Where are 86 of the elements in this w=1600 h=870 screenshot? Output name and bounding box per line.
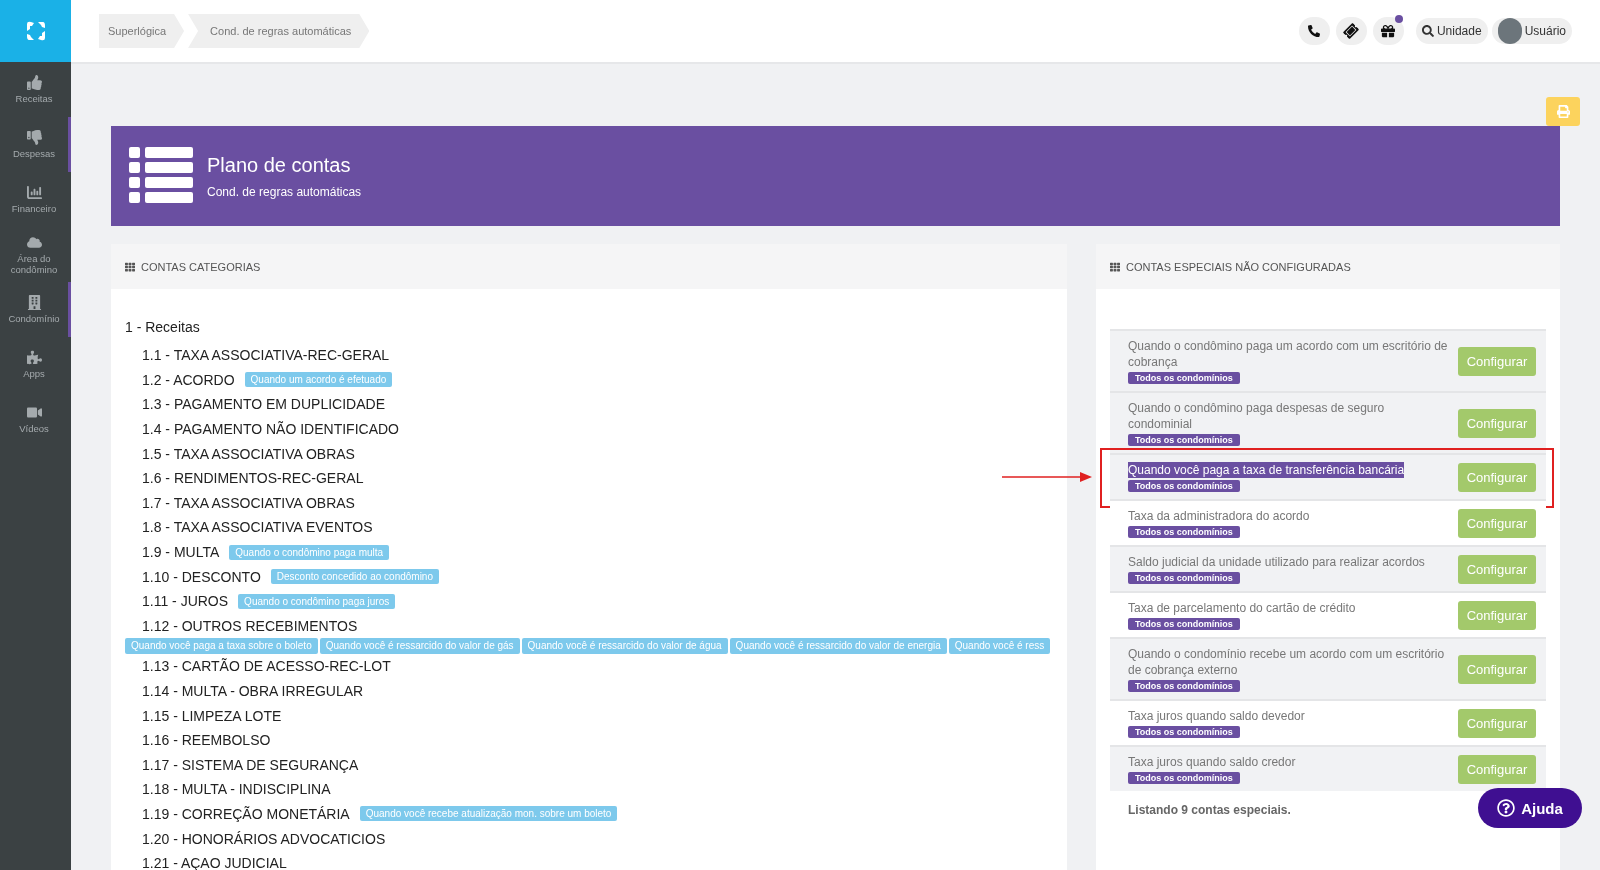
rule-text: Taxa da administradora do acordo <box>1128 508 1310 524</box>
avatar-icon <box>1497 18 1522 44</box>
phone-button[interactable] <box>1298 17 1330 45</box>
building-icon <box>26 295 42 310</box>
account-name: 1.8 - TAXA ASSOCIATIVA EVENTOS <box>142 519 373 536</box>
rule-text: Taxa juros quando saldo credor <box>1128 754 1296 770</box>
account-name: 1.3 - PAGAMENTO EM DUPLICIDADE <box>142 396 385 413</box>
group-title: 1 - Receitas <box>125 319 201 337</box>
account-name: 1.4 - PAGAMENTO NÃO IDENTIFICADO <box>142 421 399 438</box>
account-name: 1.19 - CORREÇÃO MONETÁRIA <box>142 806 350 822</box>
page-title: Plano de contas <box>207 153 352 177</box>
user-menu[interactable]: Usuário <box>1491 18 1572 44</box>
rule-tag: Desconto concedido ao condômino <box>270 569 439 585</box>
search-button[interactable]: Unidade <box>1415 18 1488 44</box>
rule-tag: Quando você recebe atualização mon. sobre um boleto <box>359 806 618 822</box>
account-name: 1.10 - DESCONTO <box>142 568 261 585</box>
account-name: 1.2 - ACORDO <box>142 371 235 388</box>
rule-tag: Quando você é ress <box>948 638 1051 655</box>
puzzle-icon <box>26 350 42 365</box>
account-name: 1.7 - TAXA ASSOCIATIVA OBRAS <box>142 494 355 511</box>
ticket-button[interactable] <box>1335 17 1367 45</box>
account-name: 1.12 - OUTROS RECEBIMENTOS <box>142 617 358 634</box>
sidebar-item[interactable]: Área do condômino <box>0 227 71 282</box>
rule-tag: Quando um acordo é efetuado <box>244 372 393 388</box>
scope-badge: Todos os condomínios <box>1128 772 1240 784</box>
rule-tag: Quando o condômino paga multa <box>229 544 390 560</box>
rule-text: Quando você paga a taxa de transferência bancária <box>1128 462 1405 478</box>
account-name: 1.5 - TAXA ASSOCIATIVA OBRAS <box>142 445 355 462</box>
rule-text: Taxa de parcelamento do cartão de crédito <box>1128 600 1356 616</box>
search-icon <box>1421 25 1434 37</box>
gift-icon <box>1381 24 1396 38</box>
rule-text: Quando o condomínio recebe um acordo com um escritório de cobrança externo <box>1128 646 1446 678</box>
rule-tag: Quando o condômino paga juros <box>238 593 396 609</box>
scope-badge: Todos os condomínios <box>1128 372 1240 384</box>
scope-badge: Todos os condomínios <box>1128 480 1240 492</box>
account-name: 1.17 - SISTEMA DE SEGURANÇA <box>142 756 359 773</box>
print-icon <box>1556 105 1570 118</box>
sidebar-item[interactable]: Despesas <box>0 117 71 172</box>
rule-text: Quando o condômino paga um acordo com um escritório de cobrança <box>1128 338 1448 370</box>
card-title: CONTAS CATEGORIAS <box>141 260 261 273</box>
breadcrumb[interactable]: Superlógica <box>99 14 185 48</box>
card-title: CONTAS ESPECIAIS NÃO CONFIGURADAS <box>1126 260 1351 273</box>
thumbs-up-icon <box>26 75 42 90</box>
rule-text: Taxa juros quando saldo devedor <box>1128 708 1305 724</box>
bar-chart-icon <box>26 185 42 200</box>
account-name: 1.1 - TAXA ASSOCIATIVA-REC-GERAL <box>142 347 390 364</box>
sidebar-item[interactable]: Condomínio <box>0 282 71 337</box>
account-name: 1.14 - MULTA - OBRA IRREGULAR <box>142 683 364 699</box>
account-name: 1.20 - HONORÁRIOS ADVOCATICIOS <box>142 830 386 847</box>
sidebar-item[interactable]: Vídeos <box>0 392 71 447</box>
rule-tag: Quando você paga a taxa sobre o boleto <box>125 638 318 655</box>
page-subtitle: Cond. de regras automáticas <box>207 184 362 199</box>
list-footer: Listando 9 contas especiais. <box>1128 803 1291 817</box>
rule-text: Saldo judicial da unidade utilizado para realizar acordos <box>1128 554 1425 570</box>
account-name: 1.6 - RENDIMENTOS-REC-GERAL <box>142 470 364 487</box>
sidebar-item[interactable]: Apps <box>0 337 71 392</box>
sidebar-item[interactable]: Financeiro <box>0 172 71 227</box>
video-camera-icon <box>26 405 42 420</box>
rule-tag: Quando você é ressarcido do valor de energia <box>729 638 947 655</box>
rule-tag: Quando você é ressarcido do valor de água <box>521 638 728 655</box>
scope-badge: Todos os condomínios <box>1128 680 1240 692</box>
help-button[interactable]: Ajuda <box>1478 788 1582 828</box>
rule-tag: Quando você é ressarcido do valor de gás <box>319 638 520 655</box>
sidebar-item[interactable]: Receitas <box>0 62 71 117</box>
phone-icon <box>1308 25 1321 37</box>
help-icon <box>1497 799 1516 817</box>
gift-button[interactable] <box>1372 17 1404 45</box>
account-name: 1.15 - LIMPEZA LOTE <box>142 707 282 724</box>
cloud-icon <box>26 234 42 250</box>
account-name: 1.18 - MULTA - INDISCIPLINA <box>142 781 331 798</box>
grid-icon <box>125 261 135 272</box>
grid-icon <box>1110 261 1120 272</box>
scope-badge: Todos os condomínios <box>1128 526 1240 538</box>
thumbs-down-icon <box>26 130 42 145</box>
scope-badge: Todos os condomínios <box>1128 572 1240 584</box>
breadcrumb[interactable]: Cond. de regras automáticas <box>188 14 370 48</box>
scope-badge: Todos os condomínios <box>1128 618 1240 630</box>
account-name: 1.13 - CARTÃO DE ACESSO-REC-LOT <box>142 658 391 675</box>
scope-badge: Todos os condomínios <box>1128 434 1240 446</box>
list-icon <box>129 147 193 205</box>
account-name: 1.9 - MULTA <box>142 544 220 561</box>
account-name: 1.16 - REEMBOLSO <box>142 732 271 749</box>
ticket-icon <box>1341 21 1362 41</box>
rule-text: Quando o condômino paga despesas de seguro condominial <box>1128 400 1386 432</box>
scope-badge: Todos os condomínios <box>1128 726 1240 738</box>
account-name: 1.11 - JUROS <box>142 593 229 610</box>
